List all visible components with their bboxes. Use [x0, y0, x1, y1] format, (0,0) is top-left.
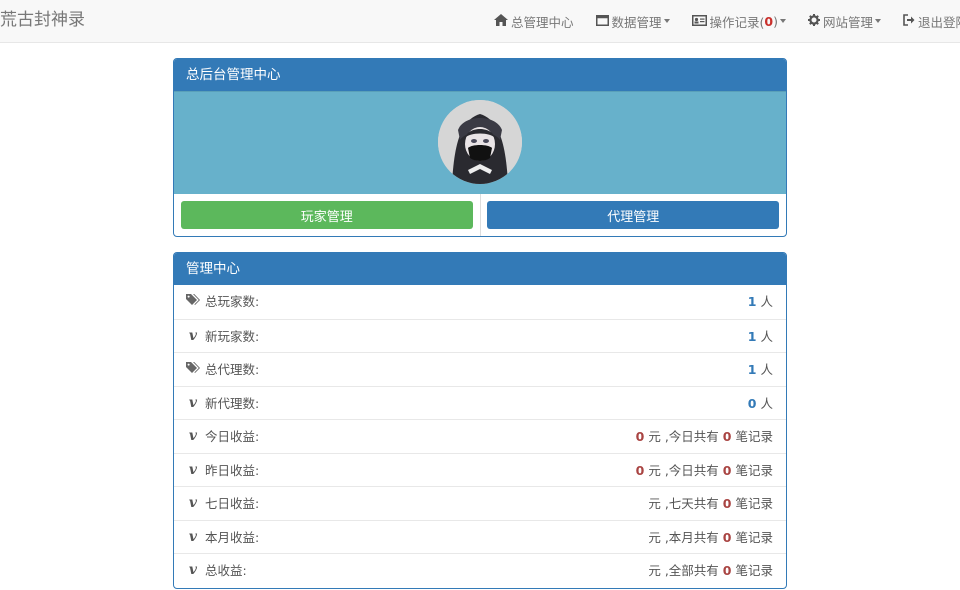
record-count: 0	[722, 429, 732, 444]
income-amount: 0	[635, 462, 645, 478]
top-nav: 总管理中心 数据管理 操作记录(0) 网站管理 退出登	[494, 0, 960, 42]
nav-dashboard[interactable]: 总管理中心	[494, 12, 574, 31]
vimeo-icon: v	[188, 461, 198, 478]
stat-label: 总玩家数:	[205, 294, 260, 309]
list-item: v 总收益: 元 ,全部共有 0 笔记录	[174, 553, 786, 587]
vimeo-icon: v	[188, 562, 198, 578]
record-text: 笔记录	[735, 496, 773, 511]
income-text: 元 ,本月共有	[648, 529, 719, 545]
list-item: 总玩家数: 1 人	[174, 285, 786, 319]
stat-unit: 人	[760, 328, 773, 344]
stat-value: 1	[747, 362, 757, 377]
record-count: 0	[722, 529, 732, 545]
vimeo-icon: v	[188, 327, 198, 344]
stat-unit: 人	[760, 362, 773, 377]
window-icon	[595, 14, 609, 29]
agent-management-button[interactable]: 代理管理	[487, 201, 780, 229]
stat-value: 0	[747, 395, 757, 411]
admin-center-title: 总后台管理中心	[174, 59, 786, 91]
nav-logout-label: 退出登陆	[918, 14, 960, 30]
nav-operation-log-label-end: )	[773, 13, 779, 29]
gear-icon	[808, 13, 821, 29]
stat-label: 昨日收益:	[205, 462, 260, 478]
nav-logout[interactable]: 退出登陆	[903, 12, 960, 31]
list-item: v 新玩家数: 1 人	[174, 318, 786, 353]
nav-operation-log-label-start: 操作记录(	[709, 14, 765, 30]
tags-icon	[186, 285, 200, 318]
income-text: 元 ,今日共有	[648, 462, 719, 478]
record-text: 笔记录	[735, 462, 773, 478]
nav-dashboard-label: 总管理中心	[511, 14, 574, 30]
record-count: 0	[722, 496, 732, 511]
stats-list: 总玩家数: 1 人 v 新玩家数: 1 人 总代理数: 1 人 v 新代理数: …	[174, 285, 786, 587]
nav-operation-log[interactable]: 操作记录(0)	[691, 12, 787, 31]
list-item: 总代理数: 1 人	[174, 352, 786, 386]
list-item: v 今日收益: 0 元 ,今日共有 0 笔记录	[174, 419, 786, 453]
brand-title[interactable]: 荒古封神录	[0, 0, 85, 42]
stat-label: 本月收益:	[205, 529, 260, 545]
stat-value: 1	[747, 328, 757, 344]
nav-site-management[interactable]: 网站管理	[808, 12, 882, 31]
income-amount: 0	[635, 429, 645, 444]
record-text: 笔记录	[735, 563, 773, 578]
record-count: 0	[722, 563, 732, 578]
list-item: v 昨日收益: 0 元 ,今日共有 0 笔记录	[174, 452, 786, 487]
tags-icon	[186, 353, 200, 386]
income-text: 元 ,全部共有	[648, 563, 719, 578]
profile-banner	[174, 91, 786, 194]
admin-center-panel: 总后台管理中心 玩家管理 代理管理	[173, 58, 787, 237]
id-card-icon	[691, 14, 707, 29]
management-center-title: 管理中心	[174, 253, 786, 285]
record-count: 0	[722, 462, 732, 478]
nav-site-management-label: 网站管理	[823, 14, 874, 30]
top-navbar: 荒古封神录 总管理中心 数据管理 操作记录(0) 网站管理 退出登	[0, 0, 960, 43]
management-center-panel: 管理中心 总玩家数: 1 人 v 新玩家数: 1 人 总代理数: 1 人 v 新…	[173, 252, 787, 589]
vimeo-icon: v	[188, 394, 198, 411]
record-text: 笔记录	[735, 529, 773, 545]
stat-label: 新代理数:	[205, 395, 260, 411]
stat-label: 总收益:	[205, 563, 247, 578]
avatar[interactable]	[438, 100, 522, 184]
chevron-down-icon	[780, 19, 787, 23]
chevron-down-icon	[663, 19, 670, 23]
list-item: v 七日收益: 元 ,七天共有 0 笔记录	[174, 486, 786, 520]
chevron-down-icon	[875, 19, 882, 23]
record-text: 笔记录	[735, 429, 773, 444]
list-item: v 本月收益: 元 ,本月共有 0 笔记录	[174, 519, 786, 554]
logout-icon	[903, 13, 915, 29]
stat-label: 七日收益:	[205, 496, 260, 511]
nav-data-management[interactable]: 数据管理	[595, 12, 670, 31]
vimeo-icon: v	[188, 528, 198, 545]
operation-log-count: 0	[764, 13, 774, 29]
stat-label: 今日收益:	[205, 429, 260, 444]
stat-value: 1	[747, 294, 757, 309]
home-icon	[494, 13, 508, 29]
stat-unit: 人	[760, 395, 773, 411]
vimeo-icon: v	[188, 428, 198, 444]
admin-actions: 玩家管理 代理管理	[174, 194, 786, 236]
stat-unit: 人	[760, 294, 773, 309]
stat-label: 总代理数:	[205, 362, 260, 377]
player-management-button[interactable]: 玩家管理	[180, 201, 473, 229]
income-text: 元 ,七天共有	[648, 496, 719, 511]
stat-label: 新玩家数:	[205, 328, 260, 344]
nav-data-management-label: 数据管理	[611, 14, 662, 30]
income-text: 元 ,今日共有	[648, 429, 719, 444]
vimeo-icon: v	[188, 495, 198, 511]
list-item: v 新代理数: 0 人	[174, 385, 786, 420]
